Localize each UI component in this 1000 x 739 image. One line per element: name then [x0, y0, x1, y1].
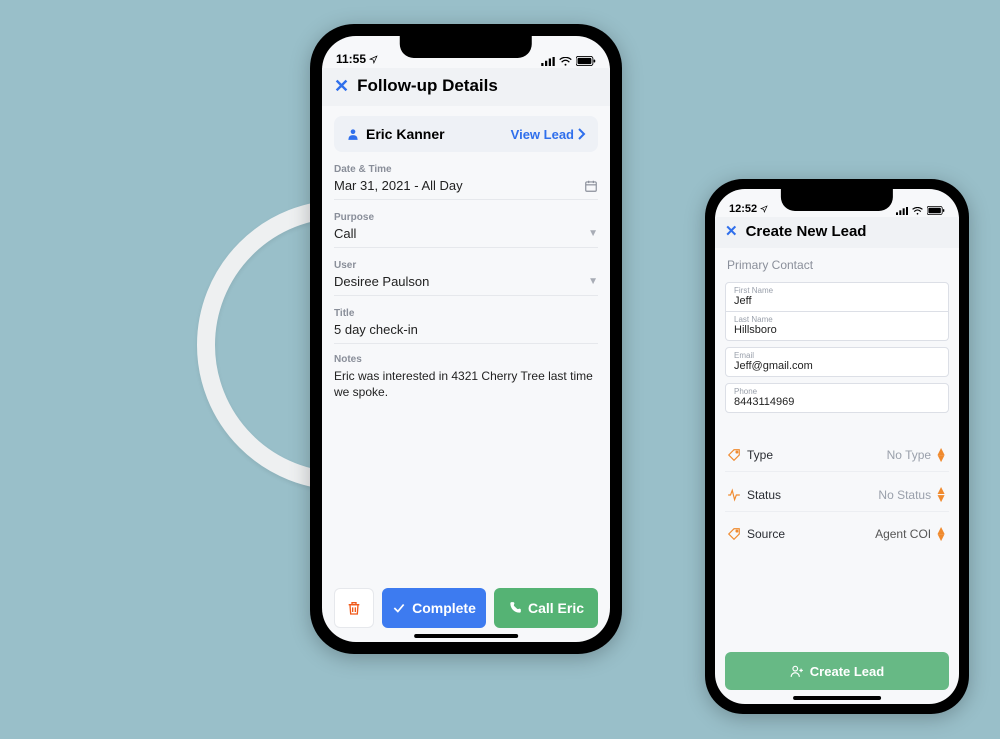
- location-icon: [760, 205, 768, 213]
- delete-button[interactable]: [334, 588, 374, 628]
- first-name-field[interactable]: First Name Jeff: [725, 282, 949, 312]
- chevron-right-icon: [578, 128, 586, 140]
- sort-icon: ▲▼: [935, 527, 947, 541]
- person-icon: [346, 127, 360, 141]
- type-select[interactable]: Type No Type ▲▼: [725, 439, 949, 472]
- page-header: ✕ Follow-up Details: [322, 68, 610, 106]
- page-title: Follow-up Details: [357, 76, 498, 96]
- battery-icon: [576, 56, 596, 66]
- source-select[interactable]: Source Agent COI ▲▼: [725, 518, 949, 550]
- page-header: ✕ Create New Lead: [715, 217, 959, 248]
- close-icon[interactable]: ✕: [725, 224, 738, 239]
- action-bar: Complete Call Eric: [322, 578, 610, 642]
- home-indicator: [793, 696, 881, 700]
- name-inputs: First Name Jeff Last Name Hillsboro: [725, 282, 949, 341]
- type-label: Type: [747, 448, 773, 462]
- location-icon: [369, 55, 378, 64]
- section-primary-contact: Primary Contact: [725, 256, 949, 276]
- tag-icon: [727, 527, 741, 541]
- field-title[interactable]: Title 5 day check-in: [334, 304, 598, 344]
- user-value: Desiree Paulson: [334, 274, 429, 289]
- wifi-icon: [559, 57, 572, 66]
- phone-followup: 11:55 ✕ Follow-up Details Eric Kanner Vi…: [310, 24, 622, 654]
- last-name-value: Hillsboro: [734, 324, 940, 336]
- battery-icon: [927, 206, 945, 215]
- home-indicator: [414, 634, 518, 638]
- notes-value: Eric was interested in 4321 Cherry Tree …: [334, 368, 598, 400]
- status-value: No Status: [878, 488, 931, 502]
- notch: [781, 189, 893, 211]
- first-name-value: Jeff: [734, 295, 940, 307]
- sort-icon: ▲▼: [935, 448, 947, 462]
- activity-icon: [727, 488, 741, 502]
- complete-label: Complete: [412, 600, 476, 616]
- notes-label: Notes: [334, 354, 598, 365]
- purpose-value: Call: [334, 226, 356, 241]
- notch: [400, 36, 532, 58]
- complete-button[interactable]: Complete: [382, 588, 486, 628]
- title-value: 5 day check-in: [334, 322, 418, 337]
- wifi-icon: [912, 207, 923, 215]
- field-notes[interactable]: Notes Eric was interested in 4321 Cherry…: [334, 352, 598, 400]
- tag-icon: [727, 448, 741, 462]
- close-icon[interactable]: ✕: [334, 77, 349, 95]
- status-label: Status: [747, 488, 781, 502]
- lead-name: Eric Kanner: [366, 126, 445, 142]
- email-field[interactable]: Email Jeff@gmail.com: [725, 347, 949, 377]
- first-name-label: First Name: [734, 286, 940, 295]
- email-label: Email: [734, 351, 940, 360]
- last-name-label: Last Name: [734, 315, 940, 324]
- status-time: 11:55: [336, 52, 366, 66]
- status-select[interactable]: Status No Status ▲▼: [725, 478, 949, 511]
- phone-create-lead: 12:52 ✕ Create New Lead Primary Contact …: [705, 179, 969, 714]
- last-name-field[interactable]: Last Name Hillsboro: [725, 312, 949, 341]
- status-time: 12:52: [729, 203, 757, 215]
- chevron-down-icon: ▼: [588, 228, 598, 239]
- signal-icon: [896, 207, 908, 215]
- sort-icon: ▲▼: [935, 487, 947, 501]
- lead-card: Eric Kanner View Lead: [334, 116, 598, 152]
- phone-icon: [508, 601, 522, 615]
- type-value: No Type: [887, 448, 931, 462]
- create-lead-button[interactable]: Create Lead: [725, 652, 949, 690]
- date-label: Date & Time: [334, 164, 598, 175]
- view-lead-label: View Lead: [511, 127, 574, 142]
- purpose-label: Purpose: [334, 212, 598, 223]
- create-lead-label: Create Lead: [810, 664, 884, 679]
- user-label: User: [334, 260, 598, 271]
- person-plus-icon: [790, 664, 804, 678]
- trash-icon: [346, 599, 362, 617]
- call-label: Call Eric: [528, 600, 584, 616]
- email-value: Jeff@gmail.com: [734, 360, 940, 372]
- field-user[interactable]: User Desiree Paulson ▼: [334, 256, 598, 296]
- field-datetime[interactable]: Date & Time Mar 31, 2021 - All Day: [334, 160, 598, 200]
- signal-icon: [541, 57, 555, 66]
- view-lead-link[interactable]: View Lead: [511, 127, 586, 142]
- source-value: Agent COI: [875, 527, 931, 541]
- chevron-down-icon: ▼: [588, 276, 598, 287]
- phone-label: Phone: [734, 387, 940, 396]
- calendar-icon: [584, 179, 598, 193]
- phone-value: 8443114969: [734, 396, 940, 408]
- date-value: Mar 31, 2021 - All Day: [334, 178, 463, 193]
- call-button[interactable]: Call Eric: [494, 588, 598, 628]
- phone-field[interactable]: Phone 8443114969: [725, 383, 949, 413]
- field-purpose[interactable]: Purpose Call ▼: [334, 208, 598, 248]
- source-label: Source: [747, 527, 785, 541]
- check-icon: [392, 601, 406, 615]
- title-label: Title: [334, 308, 598, 319]
- page-title: Create New Lead: [746, 223, 867, 240]
